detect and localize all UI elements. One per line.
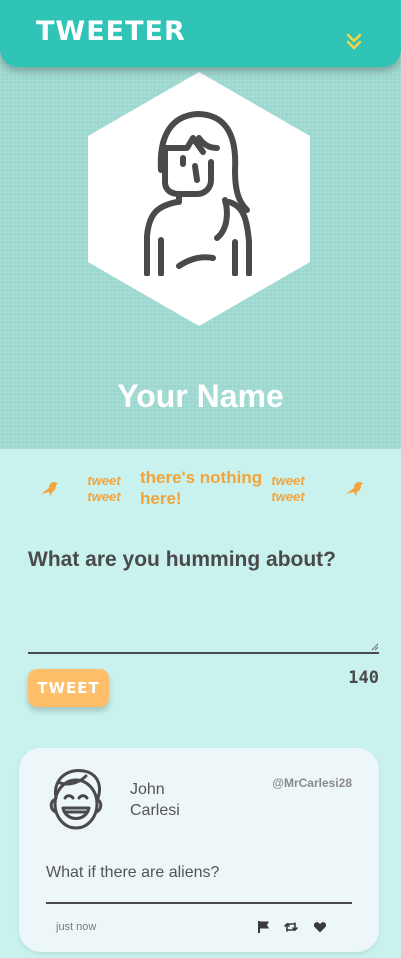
tweet-compose-input[interactable]: [28, 546, 379, 654]
tweet-card: John Carlesi @MrCarlesi28 What if there …: [19, 748, 379, 952]
laughing-man-avatar-icon: [49, 769, 103, 830]
heart-icon[interactable]: [313, 920, 327, 934]
tweet-content: What if there are aliens?: [46, 864, 352, 904]
tweet-button[interactable]: TWEET: [28, 669, 109, 707]
tweet-author-handle: @MrCarlesi28: [272, 776, 352, 790]
tweet-author-name: John Carlesi: [130, 781, 180, 819]
profile-name: Your Name: [117, 378, 284, 414]
profile-section: Your Name: [0, 0, 401, 449]
empty-state-text: there's nothing here!: [140, 468, 263, 508]
tweet-tweet-label-right: tweet tweet: [271, 473, 305, 504]
empty-tweets-message: tweet tweet there's nothing here! tweet …: [0, 465, 401, 515]
bird-icon: [41, 482, 58, 496]
retweet-icon[interactable]: [284, 920, 298, 934]
character-counter: 140: [348, 668, 379, 688]
resize-handle-icon[interactable]: [371, 643, 379, 651]
tweet-timestamp: just now: [56, 921, 97, 933]
flag-icon[interactable]: [257, 920, 271, 934]
bird-icon: [346, 482, 363, 496]
app-logo: TWEETER: [36, 16, 186, 47]
top-navbar: TWEETER: [0, 0, 401, 67]
woman-avatar-icon: [144, 111, 252, 276]
tweet-tweet-label-left: tweet tweet: [87, 473, 121, 504]
double-chevron-down-icon[interactable]: [345, 32, 363, 50]
compose-area: [28, 546, 379, 654]
